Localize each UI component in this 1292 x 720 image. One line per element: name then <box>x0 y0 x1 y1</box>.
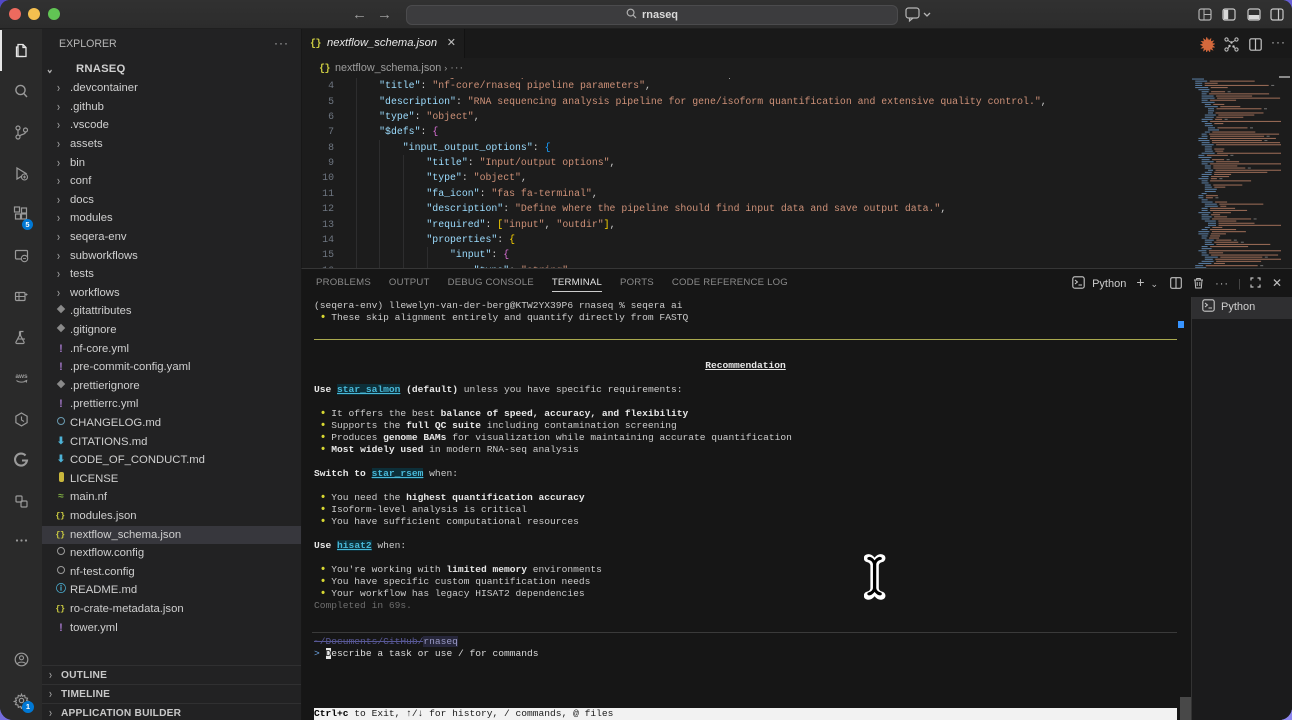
svg-text:aws: aws <box>15 373 28 380</box>
